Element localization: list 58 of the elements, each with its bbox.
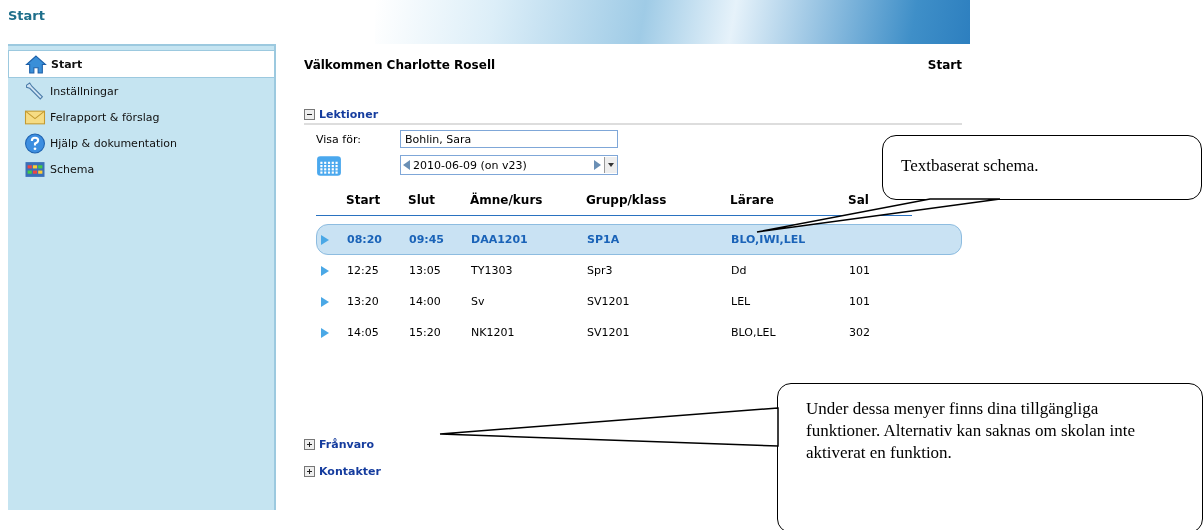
table-cell-text: 302 xyxy=(849,326,871,339)
section-link[interactable]: Kontakter xyxy=(319,465,381,478)
table-cell-text: LEL xyxy=(731,295,752,308)
help-icon xyxy=(24,132,46,154)
table-cell-text: 12:25 xyxy=(347,264,380,277)
sidebar-item[interactable]: Hjälp & dokumentation xyxy=(8,130,274,156)
calendar-icon xyxy=(316,153,342,177)
section-link[interactable]: Lektioner xyxy=(319,108,379,121)
page-title: Start xyxy=(8,7,46,23)
breadcrumb: Start xyxy=(927,58,962,74)
table-cell-text: SV1201 xyxy=(587,295,631,308)
column-header: Slut xyxy=(408,193,437,207)
table-cell-text: 13:20 xyxy=(347,295,380,308)
section-link[interactable]: Frånvaro xyxy=(319,438,375,451)
column-header: Start xyxy=(346,193,382,207)
welcome-heading: Välkommen Charlotte Rosell xyxy=(304,58,496,74)
sidebar-item[interactable]: Inställningar xyxy=(8,78,274,104)
collapse-icon[interactable] xyxy=(304,109,315,120)
table-cell-text: SV1201 xyxy=(587,326,631,339)
dropdown-button[interactable] xyxy=(604,157,617,173)
table-cell-text: 13:05 xyxy=(409,264,442,277)
table-row[interactable]: 13:20 14:00 Sv SV1201 LEL 101 xyxy=(316,286,962,317)
field-label: Visa för: xyxy=(316,132,362,146)
selected-row[interactable]: 08:20 09:45 DAA1201 SP1A BLO,IWI,LEL xyxy=(316,224,962,255)
sidebar-item[interactable]: Felrapport & förslag xyxy=(8,104,274,130)
column-header: Grupp/klass xyxy=(586,193,668,207)
table-cell-text: BLO,IWI,LEL xyxy=(731,233,807,246)
table-cell-text: 08:20 xyxy=(347,233,383,246)
column-header: Lärare xyxy=(730,193,775,207)
table-cell-text: BLO,LEL xyxy=(731,326,777,339)
table-cell-text: Sv xyxy=(471,295,486,308)
table-cell-text: SP1A xyxy=(587,233,621,246)
table-row[interactable]: 12:25 13:05 TY1303 Spr3 Dd 101 xyxy=(316,255,962,286)
wrench-icon xyxy=(24,81,46,101)
table-cell-text: TY1303 xyxy=(471,264,514,277)
input-field[interactable]: Bohlin, Sara xyxy=(400,130,618,148)
table-cell-text: 09:45 xyxy=(409,233,445,246)
table-cell-text: NK1201 xyxy=(471,326,516,339)
table-cell-text: Dd xyxy=(731,264,748,277)
column-header: Sal xyxy=(848,193,870,207)
expand-icon[interactable] xyxy=(304,439,315,450)
sidebar-item[interactable]: Schema xyxy=(8,156,274,182)
sidebar-item[interactable]: Start xyxy=(8,50,274,78)
previous-arrow-icon[interactable] xyxy=(403,160,410,170)
table-cell-text: DAA1201 xyxy=(471,233,529,246)
table-cell-text: 14:00 xyxy=(409,295,442,308)
column-header: Ämne/kurs xyxy=(470,193,544,207)
callout-box: Under dessa menyer finns dina tillgängliga funktioner. Alternativ kan saknas om skolan inte aktiverat en funktion. xyxy=(777,383,1203,530)
table-cell-text: 101 xyxy=(849,264,871,277)
table-cell-text: 14:05 xyxy=(347,326,380,339)
table-cell-text: 101 xyxy=(849,295,871,308)
grid-icon xyxy=(24,159,46,179)
expand-icon[interactable] xyxy=(304,466,315,477)
table-cell-text: 15:20 xyxy=(409,326,442,339)
house-icon xyxy=(25,54,47,74)
table-cell-text: Spr3 xyxy=(587,264,614,277)
table-row[interactable]: 14:05 15:20 NK1201 SV1201 BLO,LEL 302 xyxy=(316,317,962,348)
date-picker[interactable]: 2010-06-09 (on v23) xyxy=(400,155,618,175)
